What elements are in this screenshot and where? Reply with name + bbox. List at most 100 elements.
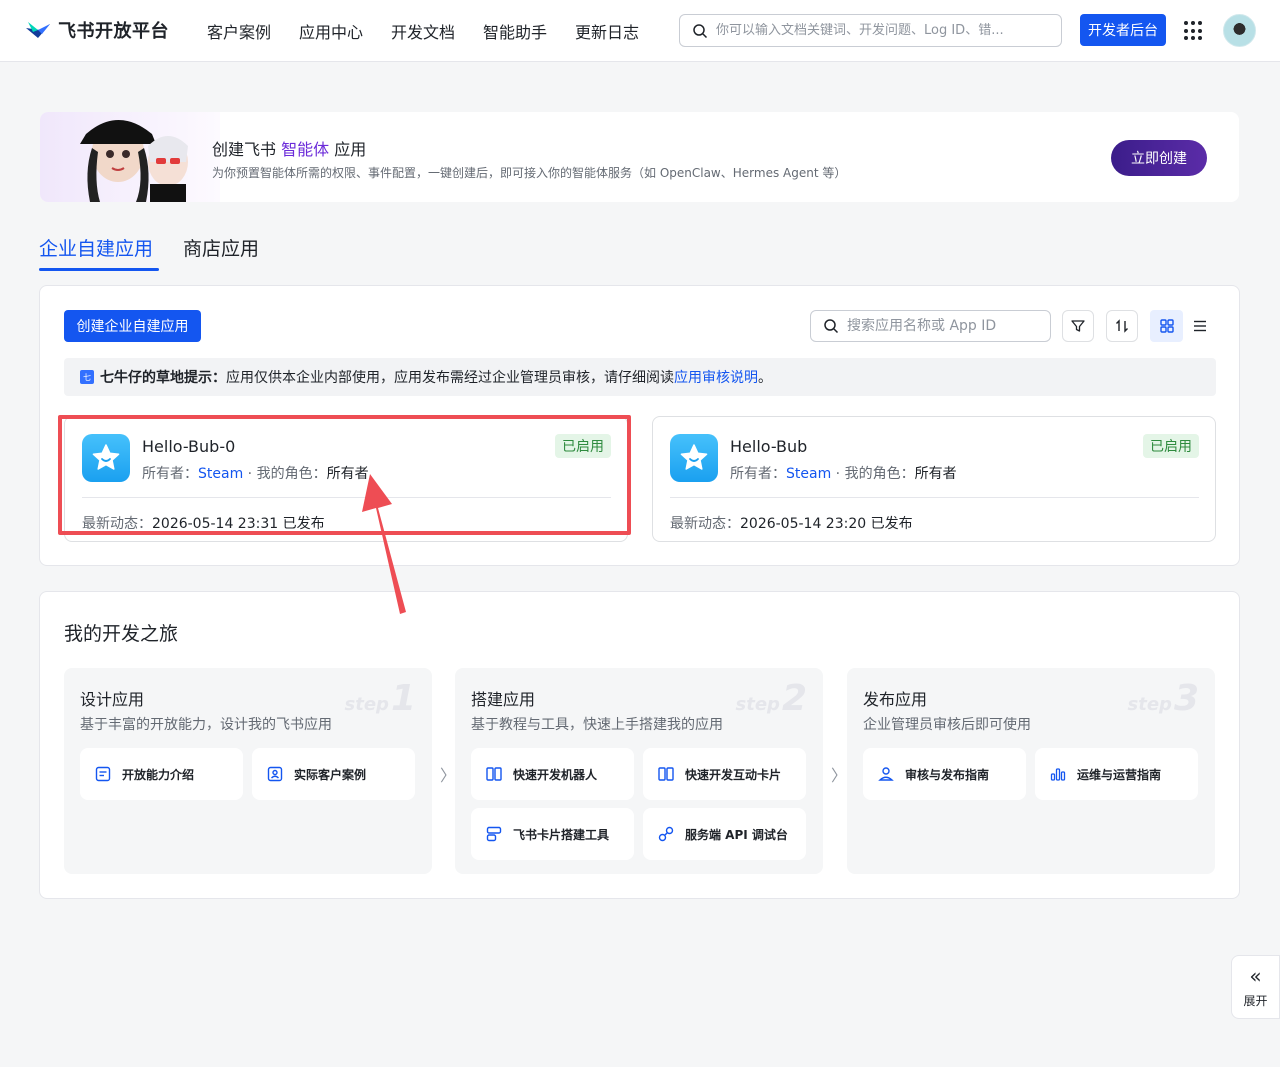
latest-value: 2026-05-14 23:20 已发布 xyxy=(740,516,913,532)
tab-enterprise-apps[interactable]: 企业自建应用 xyxy=(39,234,153,261)
app-star-icon xyxy=(82,434,130,482)
owner-link[interactable]: Steam xyxy=(786,466,831,482)
role-value: 所有者 xyxy=(326,466,369,482)
sort-button[interactable] xyxy=(1106,310,1138,342)
owner-link[interactable]: Steam xyxy=(198,466,243,482)
review-publish-guide-button[interactable]: 审核与发布指南 xyxy=(863,748,1026,800)
agent-app-banner: 创建飞书 智能体 应用 为你预置智能体所需的权限、事件配置，一键创建后，即可接入… xyxy=(40,112,1239,202)
customer-cases-button[interactable]: 实际客户案例 xyxy=(252,748,415,800)
top-nav: 飞书开放平台 客户案例 应用中心 开发文档 智能助手 更新日志 开发者后台 xyxy=(0,0,1280,62)
tab-store-apps[interactable]: 商店应用 xyxy=(183,234,259,261)
status-badge: 已启用 xyxy=(1143,434,1199,458)
expand-label: 展开 xyxy=(1243,993,1268,1008)
step-design: 设计应用 基于丰富的开放能力，设计我的飞书应用 step 1 开放能力介绍 实际客… xyxy=(64,668,432,874)
search-icon xyxy=(824,319,839,334)
global-search[interactable] xyxy=(679,14,1062,47)
filter-button[interactable] xyxy=(1062,310,1094,342)
step-description: 基于教程与工具，快速上手搭建我的应用 xyxy=(471,717,723,733)
list-view-icon xyxy=(1193,320,1206,332)
button-label: 开放能力介绍 xyxy=(122,767,195,782)
step-arrow-icon: 〉 xyxy=(440,766,457,785)
api-console-button[interactable]: 服务端 API 调试台 xyxy=(643,808,806,860)
dev-console-button[interactable]: 开发者后台 xyxy=(1080,14,1166,46)
card-builder-button[interactable]: 飞书卡片搭建工具 xyxy=(471,808,634,860)
app-latest-activity: 最新动态：2026-05-14 23:31 已发布 xyxy=(82,513,325,533)
feishu-logo-icon xyxy=(26,22,50,38)
latest-label: 最新动态： xyxy=(82,516,152,532)
banner-illustration xyxy=(40,112,220,202)
step-title: 发布应用 xyxy=(863,690,928,709)
app-search[interactable] xyxy=(810,310,1051,342)
step-word: step xyxy=(1127,694,1172,715)
banner-title-accent: 智能体 xyxy=(281,140,330,159)
book-icon xyxy=(486,767,502,781)
owner-label: 所有者： xyxy=(142,466,198,482)
double-chevron-left-icon: « xyxy=(1249,963,1262,988)
create-now-button[interactable]: 立即创建 xyxy=(1111,140,1207,176)
step-number: 2 xyxy=(781,678,807,719)
notice-bar: 七 七牛仔的草地提示： 应用仅供本企业内部使用，应用发布需经过企业管理员审核，请… xyxy=(64,358,1216,396)
brand-name: 飞书开放平台 xyxy=(58,21,169,42)
notice-text: 应用仅供本企业内部使用，应用发布需经过企业管理员审核，请仔细阅读 xyxy=(226,370,674,386)
notice-end: 。 xyxy=(758,370,772,386)
apps-grid-icon[interactable] xyxy=(1184,21,1204,41)
user-icon xyxy=(878,767,894,781)
button-label: 服务端 API 调试台 xyxy=(685,827,788,842)
step-number-watermark: step 1 xyxy=(345,678,416,719)
review-guide-link[interactable]: 应用审核说明 xyxy=(674,367,758,387)
button-label: 快速开发机器人 xyxy=(513,767,598,782)
meta-separator: · xyxy=(243,466,257,482)
button-label: 飞书卡片搭建工具 xyxy=(513,827,610,842)
user-avatar[interactable] xyxy=(1223,14,1256,47)
banner-title-suffix: 应用 xyxy=(329,140,367,159)
app-name: Hello-Bub xyxy=(730,437,808,456)
app-meta: 所有者：Steam · 我的角色：所有者 xyxy=(730,463,957,483)
card-divider xyxy=(670,497,1199,498)
bar-chart-icon xyxy=(1050,768,1066,781)
notice-title: 七牛仔的草地提示： xyxy=(100,370,226,386)
layout-icon xyxy=(486,826,502,842)
step-number-watermark: step 3 xyxy=(1128,678,1199,719)
nav-item-ai-assistant[interactable]: 智能助手 xyxy=(483,19,547,43)
step-arrow-icon: 〉 xyxy=(831,766,848,785)
global-search-input[interactable] xyxy=(716,23,1036,38)
step-build: 搭建应用 基于教程与工具，快速上手搭建我的应用 step 2 快速开发机器人 快速… xyxy=(455,668,823,874)
step-word: step xyxy=(344,694,389,715)
sort-icon xyxy=(1116,319,1128,333)
step-description: 企业管理员审核后即可使用 xyxy=(863,717,1031,733)
apps-panel: 创建企业自建应用 七 七牛仔的草地提示： 应用仅供本企业内部使用，应用发布需经过… xyxy=(39,285,1240,566)
nav-item-customer-cases[interactable]: 客户案例 xyxy=(207,19,271,43)
app-card-hello-bub[interactable]: Hello-Bub 所有者：Steam · 我的角色：所有者 已启用 最新动态：… xyxy=(652,416,1216,542)
role-value: 所有者 xyxy=(914,466,957,482)
journey-title: 我的开发之旅 xyxy=(64,623,179,645)
notice-icon: 七 xyxy=(80,370,94,384)
list-view-button[interactable] xyxy=(1183,310,1216,342)
app-card-hello-bub-0[interactable]: Hello-Bub-0 所有者：Steam · 我的角色：所有者 已启用 最新动… xyxy=(64,416,628,542)
role-label: 我的角色： xyxy=(256,466,327,482)
step-number: 1 xyxy=(390,678,416,719)
nav-item-app-center[interactable]: 应用中心 xyxy=(299,19,363,43)
banner-title-prefix: 创建飞书 xyxy=(212,140,282,159)
nav-item-dev-docs[interactable]: 开发文档 xyxy=(391,19,455,43)
book-icon xyxy=(658,767,674,781)
quick-bot-button[interactable]: 快速开发机器人 xyxy=(471,748,634,800)
app-star-icon xyxy=(670,434,718,482)
banner-title: 创建飞书 智能体 应用 xyxy=(212,136,366,160)
open-capabilities-button[interactable]: 开放能力介绍 xyxy=(80,748,243,800)
grid-view-button[interactable] xyxy=(1150,310,1183,342)
document-icon xyxy=(95,766,111,782)
step-number: 3 xyxy=(1173,678,1199,719)
brand-logo[interactable]: 飞书开放平台 xyxy=(24,17,169,43)
card-divider xyxy=(82,497,611,498)
ops-guide-button[interactable]: 运维与运营指南 xyxy=(1035,748,1198,800)
meta-separator: · xyxy=(831,466,845,482)
nav-item-changelog[interactable]: 更新日志 xyxy=(575,19,639,43)
expand-side-panel-button[interactable]: « 展开 xyxy=(1231,955,1280,1019)
create-enterprise-app-button[interactable]: 创建企业自建应用 xyxy=(64,310,201,342)
profile-card-icon xyxy=(267,766,283,782)
status-badge: 已启用 xyxy=(555,434,611,458)
app-search-input[interactable] xyxy=(847,318,1037,334)
quick-card-button[interactable]: 快速开发互动卡片 xyxy=(643,748,806,800)
role-label: 我的角色： xyxy=(844,466,915,482)
link-icon xyxy=(658,826,674,842)
